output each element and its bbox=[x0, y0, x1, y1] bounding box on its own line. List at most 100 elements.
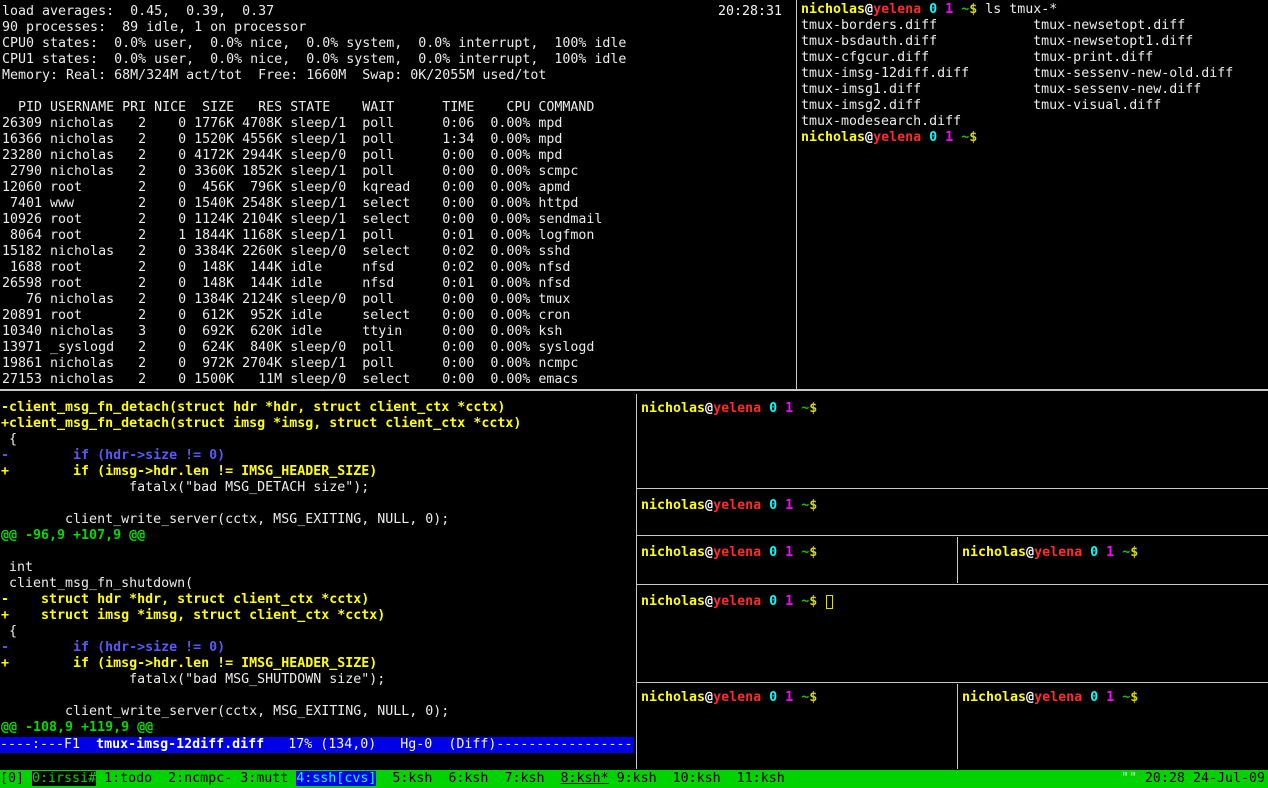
status-window-10[interactable]: 10:ksh bbox=[673, 771, 721, 786]
ls-output: tmux-borders.diff tmux-newsetopt.diff tmu… bbox=[801, 18, 1268, 130]
pane-shell-d[interactable]: nicholas@yelena 0 1 ~$ bbox=[961, 537, 1268, 583]
status-window-6[interactable]: 6:ksh bbox=[448, 771, 488, 786]
text-line: 8064 root 2 1 1844K 1168K sleep/1 poll 0… bbox=[2, 228, 796, 244]
pane-shell-g[interactable]: nicholas@yelena 0 1 ~$ bbox=[961, 684, 1268, 769]
pane-border-f-g[interactable] bbox=[957, 684, 958, 769]
pane-shell-e-active[interactable]: nicholas@yelena 0 1 ~$ bbox=[640, 586, 1268, 681]
status-window-11[interactable]: 11:ksh bbox=[737, 771, 785, 786]
shell-prompt-line: nicholas@yelena 0 1 ~$ bbox=[962, 545, 1268, 561]
prompt-host: yelena bbox=[713, 545, 761, 560]
prompt-user: nicholas bbox=[641, 594, 705, 609]
status-window-7[interactable]: 7:ksh bbox=[504, 771, 544, 786]
at-sign: @ bbox=[705, 594, 713, 609]
at-sign: @ bbox=[865, 130, 873, 145]
status-window-5[interactable]: 5:ksh bbox=[392, 771, 432, 786]
status-window-2[interactable]: 2:ncmpc- bbox=[168, 771, 232, 786]
text-line: 90 processes: 89 idle, 1 on processor bbox=[2, 20, 796, 36]
prompt-host: yelena bbox=[873, 2, 921, 17]
at-sign: @ bbox=[865, 2, 873, 17]
prompt-host: yelena bbox=[1034, 545, 1082, 560]
pane-shell-b[interactable]: nicholas@yelena 0 1 ~$ bbox=[640, 490, 1268, 534]
status-window-0[interactable]: 0:irssi# bbox=[32, 771, 96, 786]
prompt-dollar: $ bbox=[1130, 690, 1138, 705]
shell-prompt: nicholas@yelena 0 1 ~$ bbox=[641, 690, 825, 705]
prompt-exit-status: 0 bbox=[1090, 545, 1098, 560]
text-line: 20891 root 2 0 612K 952K idle select 0:0… bbox=[2, 308, 796, 324]
text-line: 26309 nicholas 2 0 1776K 4708K sleep/1 p… bbox=[2, 116, 796, 132]
prompt-host: yelena bbox=[713, 401, 761, 416]
pane-shell-f[interactable]: nicholas@yelena 0 1 ~$ bbox=[640, 684, 956, 769]
shell-prompt-line: nicholas@yelena 0 1 ~$ bbox=[801, 130, 1268, 146]
prompt-dollar: $ bbox=[809, 690, 817, 705]
prompt-tilde: ~ bbox=[801, 401, 809, 416]
status-window-4[interactable]: 4:ssh[cvs] bbox=[296, 771, 376, 786]
prompt-dollar: $ bbox=[809, 594, 817, 609]
tmux-screen: 20:28:31 load averages: 0.45, 0.39, 0.37… bbox=[0, 0, 1268, 788]
prompt-tilde: ~ bbox=[801, 690, 809, 705]
prompt-exit-status: 0 bbox=[769, 594, 777, 609]
pane-border-c-d[interactable] bbox=[957, 537, 958, 583]
diff-line bbox=[1, 688, 634, 704]
pane-emacs[interactable]: -client_msg_fn_detach(struct hdr *hdr, s… bbox=[0, 394, 634, 769]
diff-line: + struct imsg *imsg, struct client_ctx *… bbox=[1, 608, 634, 624]
shell-prompt: nicholas@yelena 0 1 ~$ bbox=[641, 401, 825, 416]
status-right-spacer bbox=[1137, 771, 1145, 786]
prompt-shell-level: 1 bbox=[785, 690, 793, 705]
status-window-1[interactable]: 1:todo bbox=[104, 771, 152, 786]
pane-shell-c[interactable]: nicholas@yelena 0 1 ~$ bbox=[640, 537, 956, 583]
pane-border-vertical-top[interactable] bbox=[796, 0, 797, 389]
prompt-exit-status: 0 bbox=[769, 545, 777, 560]
pane-border-b-cd[interactable] bbox=[637, 535, 1268, 536]
prompt-tilde: ~ bbox=[961, 130, 969, 145]
pane-border-a-b[interactable] bbox=[637, 488, 1268, 489]
pane-border-vertical-bottom[interactable] bbox=[636, 394, 637, 769]
prompt-tilde: ~ bbox=[961, 2, 969, 17]
diff-line: { bbox=[1, 624, 634, 640]
status-window-9[interactable]: 9:ksh bbox=[617, 771, 657, 786]
prompt-tilde: ~ bbox=[801, 594, 809, 609]
pane-border-cd-e[interactable] bbox=[637, 584, 1268, 585]
prompt-tilde: ~ bbox=[801, 498, 809, 513]
shell-prompt-line: nicholas@yelena 0 1 ~$ ls tmux-* bbox=[801, 2, 1268, 18]
prompt-host: yelena bbox=[1034, 690, 1082, 705]
pane-shell-a[interactable]: nicholas@yelena 0 1 ~$ bbox=[640, 394, 1268, 487]
prompt-shell-level: 1 bbox=[785, 498, 793, 513]
modeline-dashes: -------------------------------- bbox=[496, 737, 634, 752]
status-window-3[interactable]: 3:mutt bbox=[240, 771, 288, 786]
prompt-shell-level: 1 bbox=[945, 130, 953, 145]
diff-line: @@ -108,9 +119,9 @@ bbox=[1, 720, 634, 736]
diff-line: client_msg_fn_shutdown( bbox=[1, 576, 634, 592]
status-right-spacer bbox=[1185, 771, 1193, 786]
shell-prompt: nicholas@yelena 0 1 ~$ bbox=[641, 545, 825, 560]
text-line: 23280 nicholas 2 0 4172K 2944K sleep/0 p… bbox=[2, 148, 796, 164]
prompt-shell-level: 1 bbox=[945, 2, 953, 17]
diff-line: client_write_server(cctx, MSG_EXITING, N… bbox=[1, 704, 634, 720]
diff-line: -client_msg_fn_detach(struct hdr *hdr, s… bbox=[1, 400, 634, 416]
diff-line: int bbox=[1, 560, 634, 576]
prompt-user: nicholas bbox=[801, 130, 865, 145]
shell-prompt: nicholas@yelena 0 1 ~$ bbox=[962, 545, 1146, 560]
diff-line: { bbox=[1, 432, 634, 448]
prompt-dollar: $ bbox=[969, 2, 977, 17]
diff-line: client_write_server(cctx, MSG_EXITING, N… bbox=[1, 512, 634, 528]
prompt-user: nicholas bbox=[801, 2, 865, 17]
prompt-user: nicholas bbox=[962, 690, 1026, 705]
at-sign: @ bbox=[705, 690, 713, 705]
at-sign: @ bbox=[1026, 690, 1034, 705]
text-line: tmux-borders.diff tmux-newsetopt.diff bbox=[801, 18, 1268, 34]
at-sign: @ bbox=[705, 498, 713, 513]
text-line: tmux-imsg2.diff tmux-visual.diff bbox=[801, 98, 1268, 114]
shell-prompt-line: nicholas@yelena 0 1 ~$ bbox=[641, 401, 1268, 417]
at-sign: @ bbox=[1026, 545, 1034, 560]
pane-shell-top-right[interactable]: nicholas@yelena 0 1 ~$ ls tmux-* tmux-bo… bbox=[800, 0, 1268, 388]
shell-prompt-line: nicholas@yelena 0 1 ~$ bbox=[641, 690, 956, 706]
diff-line: - struct hdr *hdr, struct client_ctx *cc… bbox=[1, 592, 634, 608]
pane-border-e-fg[interactable] bbox=[637, 682, 1268, 683]
status-window-8[interactable]: 8:ksh* bbox=[561, 771, 609, 786]
pane-border-horizontal-middle[interactable] bbox=[0, 389, 1268, 391]
pane-top-command[interactable]: 20:28:31 load averages: 0.45, 0.39, 0.37… bbox=[0, 0, 796, 388]
diff-line bbox=[1, 544, 634, 560]
prompt-exit-status: 0 bbox=[769, 690, 777, 705]
prompt-dollar: $ bbox=[969, 130, 977, 145]
text-line: load averages: 0.45, 0.39, 0.37 bbox=[2, 4, 796, 20]
